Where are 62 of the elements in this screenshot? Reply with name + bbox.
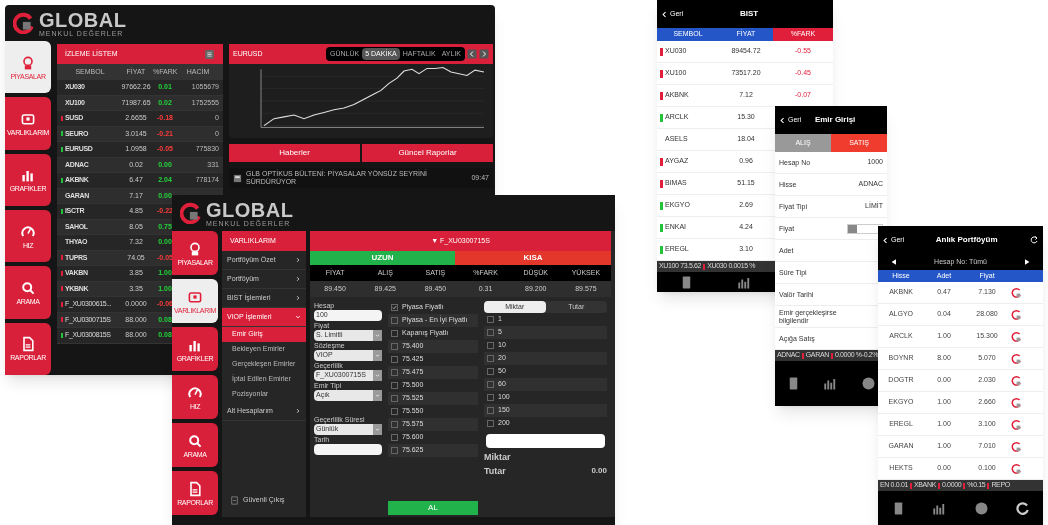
document-icon [20, 336, 36, 353]
checkbox[interactable] [487, 394, 494, 401]
chevron-left-icon [661, 10, 668, 18]
checkbox[interactable] [391, 317, 398, 324]
checkbox[interactable] [391, 421, 398, 428]
door-icon [230, 495, 239, 505]
caret-icon [375, 353, 380, 358]
total-value: 0.00 [591, 465, 607, 478]
refresh-icon[interactable] [1029, 235, 1039, 245]
circle-icon[interactable] [973, 500, 989, 516]
caret-icon [375, 373, 380, 378]
checkbox[interactable] [391, 343, 398, 350]
amount-field[interactable] [486, 434, 605, 448]
checkbox[interactable] [391, 382, 398, 389]
checkbox[interactable] [391, 356, 398, 363]
checkbox[interactable] [391, 330, 398, 337]
checkbox[interactable] [391, 434, 398, 441]
list-icon[interactable] [204, 48, 215, 60]
caret-icon [375, 427, 380, 432]
circle-icon[interactable] [860, 376, 876, 391]
checkbox[interactable] [487, 329, 494, 336]
checkbox[interactable] [391, 395, 398, 402]
quantity-label: Miktar [484, 451, 512, 464]
checkbox[interactable] [391, 369, 398, 376]
chevron-right-icon [295, 276, 301, 282]
news-tab-button[interactable]: Güncel Raporlar [362, 144, 493, 162]
checkbox[interactable] [391, 408, 398, 415]
search-icon [20, 279, 36, 296]
checkbox[interactable] [487, 342, 494, 349]
total-label: Tutar [484, 464, 506, 478]
checkbox[interactable] [487, 316, 494, 323]
screen-title: BIST [739, 8, 760, 20]
chevron-right-icon [295, 257, 301, 263]
logo-title: GLOBAL [39, 9, 127, 30]
news-tab-button[interactable]: Haberler [229, 144, 360, 162]
screen-title: Emir Girişi [813, 114, 857, 126]
side-button[interactable]: KISA [455, 251, 611, 265]
chevron-down-icon [295, 314, 301, 320]
chevron-left-icon [882, 236, 889, 244]
chevron-right-icon [295, 295, 301, 301]
caret-icon [375, 393, 380, 398]
document-icon [187, 480, 203, 497]
search-icon [187, 432, 203, 449]
checkbox[interactable] [487, 381, 494, 388]
previous-icon[interactable] [890, 258, 898, 266]
newspaper-icon [233, 173, 242, 183]
briefcase-icon [20, 111, 36, 127]
logo-title: GLOBAL [206, 199, 294, 220]
checkbox[interactable] [391, 447, 398, 454]
next-icon[interactable] [1023, 258, 1031, 266]
checkbox[interactable] [487, 420, 494, 427]
chevron-left-icon [779, 116, 786, 124]
caret-icon [375, 333, 380, 338]
checkbox[interactable] [487, 407, 494, 414]
input-field[interactable] [314, 444, 382, 455]
checkbox[interactable] [487, 355, 494, 362]
checkbox[interactable] [487, 368, 494, 375]
check-icon [392, 305, 397, 310]
checkbox[interactable] [391, 304, 398, 311]
screen-title: Anlık Portföyüm [934, 234, 999, 246]
price-stepper[interactable] [847, 223, 883, 234]
chevron-right-icon [295, 408, 301, 414]
